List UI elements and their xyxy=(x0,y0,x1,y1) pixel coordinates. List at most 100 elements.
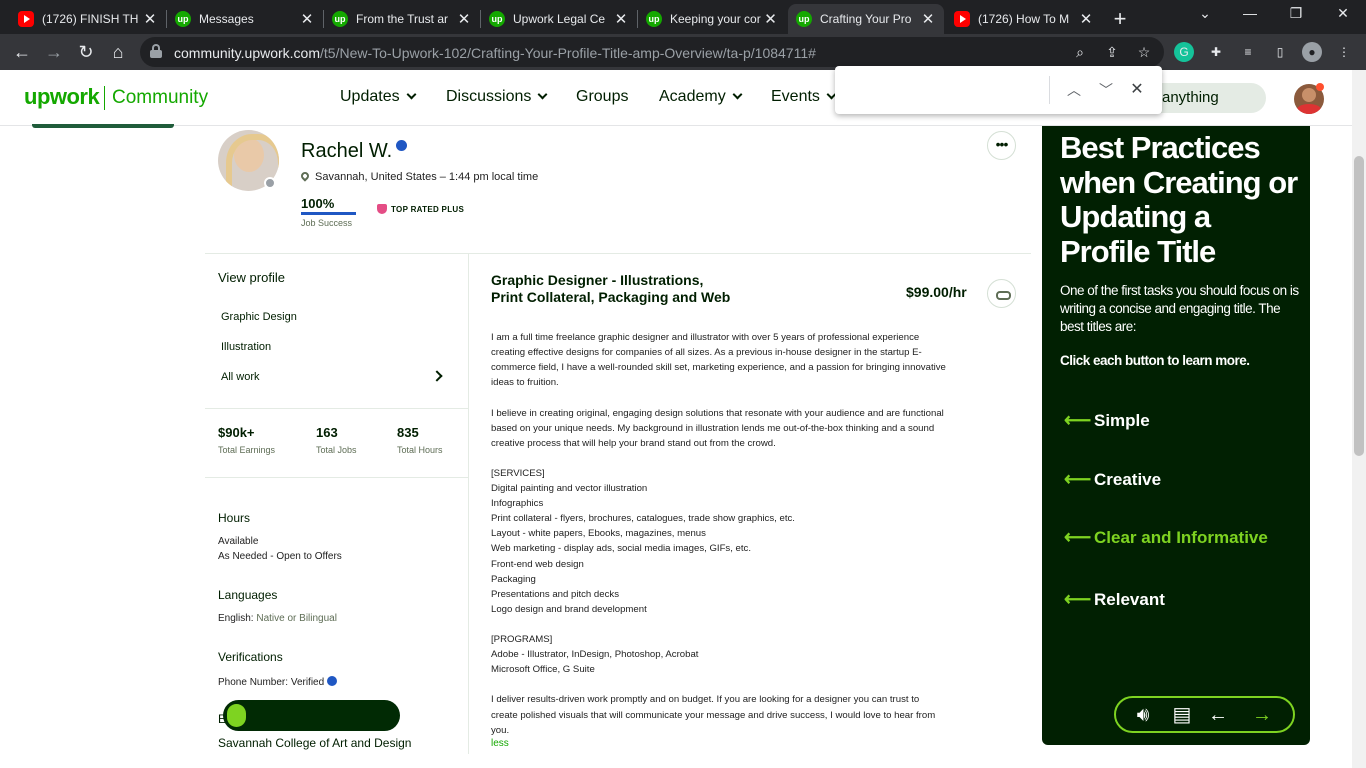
profile-icon[interactable]: ● xyxy=(1302,42,1322,62)
next-arrow-icon[interactable]: → xyxy=(1249,703,1275,727)
upwork-favicon-icon: up xyxy=(489,11,505,27)
close-tab-icon[interactable]: ✕ xyxy=(763,10,778,28)
media-control-icon[interactable]: ≡ xyxy=(1238,42,1258,62)
restore-icon[interactable]: ❐ xyxy=(1284,5,1308,22)
find-next-icon[interactable]: ﹀ xyxy=(1094,78,1118,102)
specialty-graphic-design[interactable]: Graphic Design xyxy=(221,311,297,323)
copy-link-icon[interactable] xyxy=(987,279,1016,308)
find-previous-icon[interactable]: ︿ xyxy=(1062,78,1086,102)
nav-events[interactable]: Events xyxy=(771,88,837,106)
browser-tab-7[interactable]: (1726) How To M ✕ xyxy=(946,4,1102,34)
lock-icon xyxy=(150,44,162,58)
tab-title: (1726) FINISH TH xyxy=(42,12,139,26)
languages-heading: Languages xyxy=(218,588,278,602)
overview-line: I deliver results-driven work promptly a… xyxy=(491,694,920,706)
previous-arrow-icon[interactable]: ← xyxy=(1205,703,1231,727)
overview-line: Presentations and pitch decks xyxy=(491,588,619,600)
chevron-right-icon[interactable] xyxy=(431,370,443,382)
address-bar[interactable]: community.upwork.com/t5/New-To-Upwork-10… xyxy=(140,37,1164,67)
best-practices-intro: One of the first tasks you should focus … xyxy=(1060,283,1299,334)
tab-title: From the Trust ar xyxy=(356,12,449,26)
close-tab-icon[interactable]: ✕ xyxy=(142,10,158,28)
nav-updates[interactable]: Updates xyxy=(340,88,417,106)
community-label[interactable]: Community xyxy=(112,87,208,109)
more-options-button[interactable]: ••• xyxy=(987,131,1016,160)
best-practice-relevant-button[interactable]: ⟵ Relevant xyxy=(1064,588,1165,611)
back-arrow-icon[interactable]: ← xyxy=(10,40,34,64)
extensions-puzzle-icon[interactable]: ✚ xyxy=(1206,42,1226,62)
grammarly-toggle[interactable] xyxy=(223,700,400,731)
hours-heading: Hours xyxy=(218,511,251,525)
bookmark-star-icon[interactable]: ☆ xyxy=(1134,42,1154,62)
chevron-down-icon xyxy=(406,89,417,100)
close-tab-icon[interactable]: ✕ xyxy=(299,10,315,28)
verified-check-icon xyxy=(327,676,338,686)
close-tab-icon[interactable]: ✕ xyxy=(920,10,936,28)
browser-menu-icon[interactable]: ⋮ xyxy=(1334,42,1354,62)
youtube-icon xyxy=(954,11,970,27)
find-close-icon[interactable]: ✕ xyxy=(1125,78,1149,102)
browser-tab-2[interactable]: up Messages ✕ xyxy=(167,4,323,34)
transcript-icon[interactable]: ▤ xyxy=(1169,703,1195,727)
tab-title: Keeping your cor xyxy=(670,12,761,26)
close-window-icon[interactable]: ✕ xyxy=(1331,5,1355,22)
stat-hours-label: Total Hours xyxy=(397,445,443,455)
left-button-remnant[interactable] xyxy=(32,124,174,128)
close-tab-icon[interactable]: ✕ xyxy=(1078,10,1094,28)
overview-line: you. xyxy=(491,724,510,736)
chevron-down-icon xyxy=(537,89,548,100)
nav-groups[interactable]: Groups xyxy=(576,88,628,106)
stat-jobs-value: 163 xyxy=(316,425,338,440)
logo-divider xyxy=(104,86,105,110)
overview-line: [SERVICES] xyxy=(491,467,545,479)
tab-title: Crafting Your Pro xyxy=(820,12,912,26)
overview-line: based on your unique needs. My backgroun… xyxy=(491,422,935,434)
page-scrollbar[interactable] xyxy=(1352,70,1366,768)
share-icon[interactable]: ⇪ xyxy=(1102,42,1122,62)
forward-arrow-icon[interactable]: → xyxy=(42,40,66,64)
close-tab-icon[interactable]: ✕ xyxy=(613,10,629,28)
overview-line: Packaging xyxy=(491,573,536,585)
stat-earnings-value: $90k+ xyxy=(218,425,255,440)
language-entry: English: Native or Bilingual xyxy=(218,613,337,624)
browser-tab-5[interactable]: up Keeping your cor ✕ xyxy=(638,4,786,34)
find-in-page-icon[interactable]: ⌕ xyxy=(1070,42,1090,62)
tab-search-icon[interactable]: ⌄ xyxy=(1193,5,1217,22)
find-divider xyxy=(1049,76,1050,104)
upwork-logo[interactable]: upwork xyxy=(24,84,100,110)
grammarly-extension-icon[interactable]: G xyxy=(1174,42,1194,62)
upwork-favicon-icon: up xyxy=(175,11,191,27)
specialty-all-work[interactable]: All work xyxy=(221,371,260,383)
browser-tab-3[interactable]: up From the Trust ar ✕ xyxy=(324,4,480,34)
new-tab-button[interactable]: + xyxy=(1108,6,1132,32)
tab-title: Upwork Legal Ce xyxy=(513,12,606,26)
find-in-page-bar: ︿ ﹀ ✕ xyxy=(835,66,1162,114)
less-link[interactable]: less xyxy=(491,738,509,749)
audio-icon[interactable]: 🔊︎ xyxy=(1130,703,1156,727)
best-practice-simple-button[interactable]: ⟵ Simple xyxy=(1064,409,1150,432)
youtube-icon xyxy=(18,11,34,27)
tab-title: (1726) How To M xyxy=(978,12,1070,26)
overview-line: I am a full time freelance graphic desig… xyxy=(491,332,920,343)
overview-line: Web marketing - display ads, social medi… xyxy=(491,543,752,555)
toggle-knob xyxy=(227,704,246,727)
scrollbar-thumb[interactable] xyxy=(1354,156,1364,456)
best-practice-creative-button[interactable]: ⟵ Creative xyxy=(1064,468,1161,491)
browser-tab-4[interactable]: up Upwork Legal Ce ✕ xyxy=(481,4,637,34)
close-tab-icon[interactable]: ✕ xyxy=(456,10,472,28)
job-success-label: Job Success xyxy=(301,218,353,228)
profile-name: Rachel W. xyxy=(301,140,408,163)
column-divider xyxy=(468,254,469,754)
verifications-heading: Verifications xyxy=(218,650,283,664)
home-icon[interactable]: ⌂ xyxy=(106,40,130,64)
nav-discussions[interactable]: Discussions xyxy=(446,88,548,106)
best-practice-clear-button[interactable]: ⟵ Clear and Informative xyxy=(1064,526,1268,549)
nav-academy[interactable]: Academy xyxy=(659,88,743,106)
browser-tab-1[interactable]: (1726) FINISH TH ✕ xyxy=(10,4,166,34)
side-panel-icon[interactable]: ▯ xyxy=(1270,42,1290,62)
browser-tab-active[interactable]: up Crafting Your Pro ✕ xyxy=(788,4,944,34)
specialty-illustration[interactable]: Illustration xyxy=(221,341,271,353)
overview-line: creating effective designs for companies… xyxy=(491,347,922,359)
reload-icon[interactable]: ↻ xyxy=(74,40,98,64)
minimize-icon[interactable]: — xyxy=(1238,5,1262,21)
